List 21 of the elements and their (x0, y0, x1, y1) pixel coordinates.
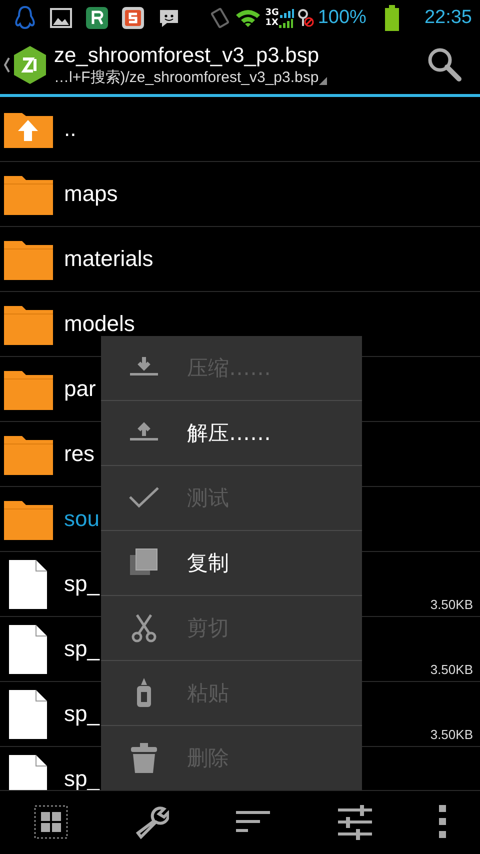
file-size: 3.50KB (430, 597, 473, 612)
menu-label: 解压…… (187, 420, 271, 447)
file-name: models (64, 311, 135, 337)
file-name: maps (64, 181, 118, 207)
file-name: sp_ (64, 571, 100, 597)
file-path: …l+F搜索)/ze_shroomforest_v3_p3.bsp (54, 68, 319, 86)
file-size: 3.50KB (430, 727, 473, 742)
file-name: .. (64, 116, 76, 142)
battery-percent: 100% (318, 7, 366, 29)
file-name: sp_ (64, 636, 100, 662)
menu-label: 复制 (187, 550, 229, 577)
file-name: sp_ (64, 701, 100, 727)
clock-time: 22:35 (424, 7, 472, 29)
network-label: 1X (265, 18, 278, 28)
file-name: sou (64, 506, 100, 532)
network-label: 3G (265, 8, 279, 18)
file-size: 3.50KB (430, 662, 473, 677)
file-name: par (64, 376, 96, 402)
file-name: res (64, 441, 95, 467)
file-name: materials (64, 246, 154, 272)
file-title: ze_shroomforest_v3_p3.bsp (54, 44, 320, 68)
